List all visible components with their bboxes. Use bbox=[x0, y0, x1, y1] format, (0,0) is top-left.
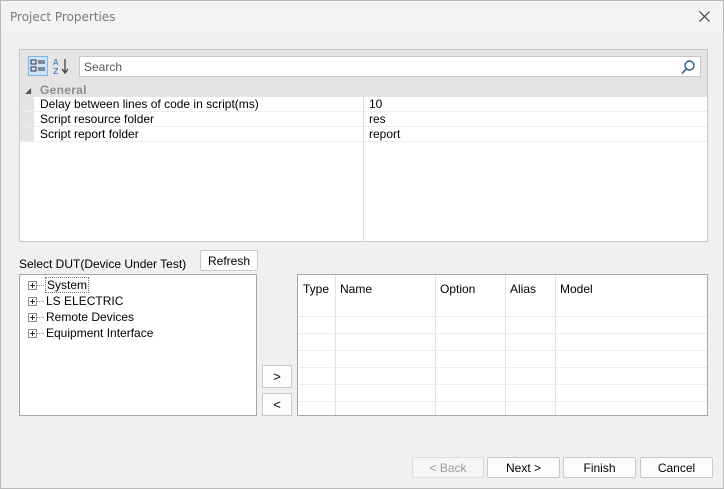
expand-icon[interactable] bbox=[28, 328, 37, 338]
project-properties-dialog: Project Properties A Z Search ◢ General … bbox=[0, 0, 724, 489]
category-general[interactable]: ◢ General bbox=[20, 83, 707, 97]
tree-node-equipment-interface[interactable]: Equipment Interface bbox=[28, 325, 154, 341]
expand-icon[interactable] bbox=[28, 296, 37, 306]
tree-node-system[interactable]: System bbox=[28, 277, 90, 293]
grid-header: Type Name Option Alias Model bbox=[298, 275, 707, 301]
property-row[interactable]: Script report folder report bbox=[20, 127, 707, 142]
back-button[interactable]: < Back bbox=[412, 457, 484, 478]
title-bar: Project Properties bbox=[1, 1, 723, 32]
next-button[interactable]: Next > bbox=[487, 457, 560, 478]
cancel-button[interactable]: Cancel bbox=[640, 457, 713, 478]
collapse-triangle-icon[interactable]: ◢ bbox=[25, 86, 31, 95]
column-header-option[interactable]: Option bbox=[440, 282, 475, 296]
sort-az-icon: A Z bbox=[53, 58, 69, 75]
categorized-icon bbox=[30, 59, 45, 72]
dut-tree: System LS ELECTRIC Remote Devices Equipm… bbox=[19, 274, 257, 416]
remove-arrow-label: < bbox=[273, 397, 281, 412]
grid-row-line bbox=[298, 384, 707, 385]
selected-dut-grid: Type Name Option Alias Model bbox=[297, 274, 708, 416]
add-arrow-label: > bbox=[273, 369, 281, 384]
window-title: Project Properties bbox=[10, 10, 116, 24]
tree-node-label[interactable]: Remote Devices bbox=[45, 310, 135, 324]
close-button[interactable] bbox=[689, 3, 719, 29]
svg-text:A: A bbox=[53, 58, 59, 67]
category-label: General bbox=[40, 83, 87, 97]
search-icon[interactable] bbox=[680, 59, 696, 75]
alphabetical-view-button[interactable]: A Z bbox=[51, 56, 71, 76]
finish-button[interactable]: Finish bbox=[563, 457, 636, 478]
categorized-view-button[interactable] bbox=[28, 56, 48, 76]
grid-row-line bbox=[298, 350, 707, 351]
grid-row-line bbox=[298, 333, 707, 334]
grid-row-line bbox=[298, 401, 707, 402]
tree-connector bbox=[37, 316, 44, 318]
property-name: Delay between lines of code in script(ms… bbox=[40, 97, 259, 111]
tree-connector bbox=[37, 332, 44, 334]
tree-connector bbox=[37, 300, 44, 302]
property-row[interactable]: Script resource folder res bbox=[20, 112, 707, 127]
svg-text:Z: Z bbox=[53, 67, 59, 75]
property-rows: Delay between lines of code in script(ms… bbox=[20, 97, 707, 142]
tree-connector bbox=[37, 284, 44, 286]
tree-node-label[interactable]: System bbox=[45, 277, 90, 293]
column-header-name[interactable]: Name bbox=[340, 282, 372, 296]
refresh-button[interactable]: Refresh bbox=[200, 250, 258, 271]
property-name: Script report folder bbox=[40, 127, 139, 141]
tree-node-label[interactable]: Equipment Interface bbox=[45, 326, 154, 340]
tree-node-ls-electric[interactable]: LS ELECTRIC bbox=[28, 293, 124, 309]
property-grid-toolbar: A Z bbox=[20, 50, 707, 84]
search-input[interactable] bbox=[84, 59, 664, 74]
column-header-type[interactable]: Type bbox=[303, 282, 329, 296]
property-name: Script resource folder bbox=[40, 112, 155, 126]
add-dut-button[interactable]: > bbox=[262, 365, 292, 388]
column-header-model[interactable]: Model bbox=[560, 282, 593, 296]
expand-icon[interactable] bbox=[28, 280, 37, 290]
grid-row-line bbox=[298, 316, 707, 317]
column-header-alias[interactable]: Alias bbox=[510, 282, 536, 296]
tree-node-label[interactable]: LS ELECTRIC bbox=[45, 294, 124, 308]
search-box bbox=[79, 56, 701, 77]
remove-dut-button[interactable]: < bbox=[262, 393, 292, 416]
expand-icon[interactable] bbox=[28, 312, 37, 322]
close-icon bbox=[698, 10, 710, 22]
property-grid: A Z ◢ General Delay between l bbox=[19, 49, 708, 242]
tree-node-remote-devices[interactable]: Remote Devices bbox=[28, 309, 135, 325]
property-value[interactable]: res bbox=[369, 112, 386, 126]
dut-label: Select DUT(Device Under Test) bbox=[19, 257, 187, 271]
property-value[interactable]: 10 bbox=[369, 97, 382, 111]
property-row[interactable]: Delay between lines of code in script(ms… bbox=[20, 97, 707, 112]
property-value[interactable]: report bbox=[369, 127, 400, 141]
grid-row-line bbox=[298, 367, 707, 368]
